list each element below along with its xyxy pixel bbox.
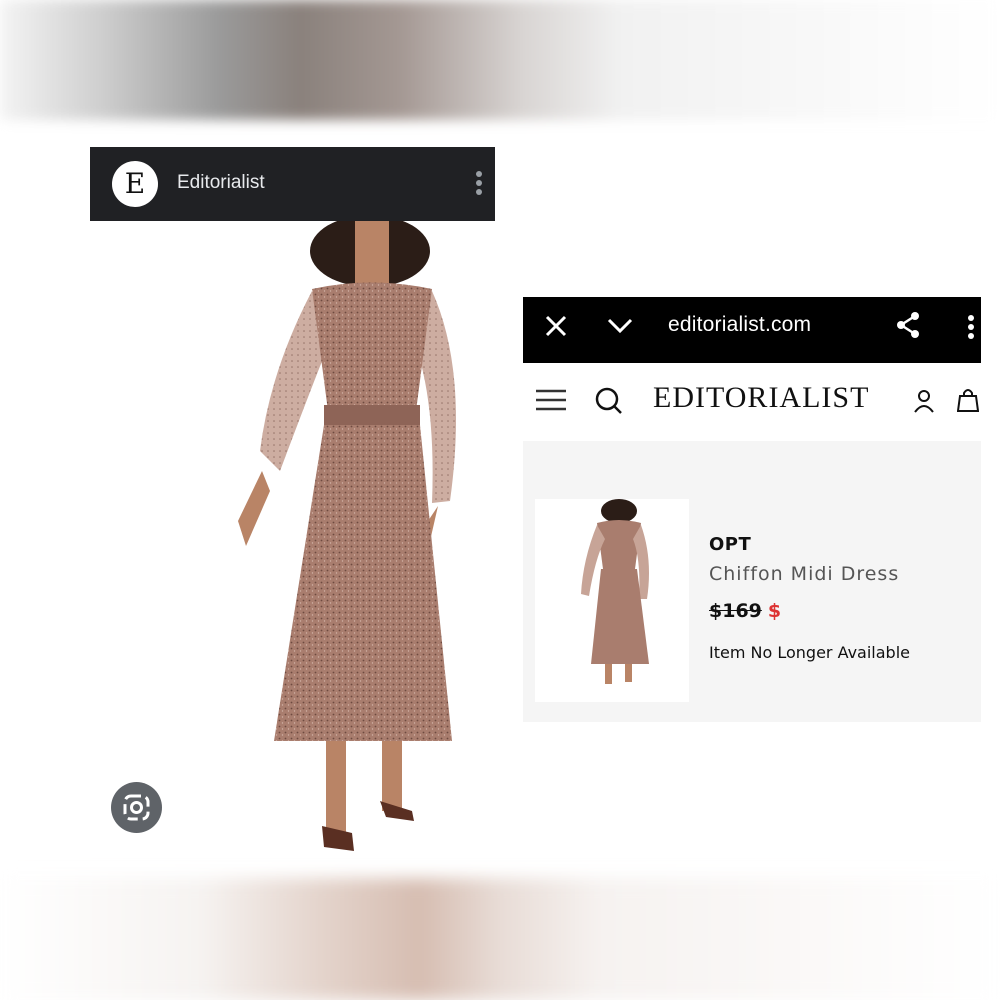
- source-title[interactable]: Editorialist: [177, 172, 265, 194]
- editorialist-logo: E: [112, 161, 158, 207]
- product-brand[interactable]: OPT: [709, 534, 751, 555]
- share-icon[interactable]: [895, 311, 921, 339]
- product-thumbnail[interactable]: [535, 499, 689, 702]
- product-price: $169 $: [709, 600, 781, 622]
- chevron-down-icon[interactable]: [607, 317, 633, 335]
- site-header: EDITORIALIST: [523, 363, 981, 439]
- availability-status: Item No Longer Available: [709, 643, 910, 662]
- more-vert-icon[interactable]: [475, 171, 483, 197]
- product-card[interactable]: OPT Chiffon Midi Dress $169 $ Item No Lon…: [523, 441, 981, 722]
- browser-toolbar: editorialist.com: [523, 297, 981, 363]
- blurred-background-top: [0, 0, 1000, 120]
- address-bar-url[interactable]: editorialist.com: [668, 313, 811, 337]
- shopping-bag-icon[interactable]: [957, 387, 979, 413]
- brand-logo[interactable]: EDITORIALIST: [653, 381, 869, 415]
- image-source-header[interactable]: E Editorialist: [90, 147, 495, 221]
- original-price: $169: [709, 600, 762, 622]
- blurred-background-bottom: [0, 878, 1000, 1000]
- collage: E Editorialist editorialist.com EDITORIA…: [0, 0, 1000, 1000]
- sale-price: $: [767, 600, 782, 622]
- hamburger-icon[interactable]: [536, 389, 566, 411]
- close-icon[interactable]: [545, 315, 567, 337]
- dress-photo-thumbnail: [581, 499, 649, 684]
- product-name[interactable]: Chiffon Midi Dress: [709, 563, 899, 585]
- google-lens-icon: [123, 794, 150, 821]
- user-icon[interactable]: [913, 389, 935, 413]
- search-icon[interactable]: [595, 387, 623, 415]
- dress-photo-large: [238, 221, 456, 851]
- google-lens-button[interactable]: [111, 782, 162, 833]
- more-vert-icon[interactable]: [967, 315, 975, 341]
